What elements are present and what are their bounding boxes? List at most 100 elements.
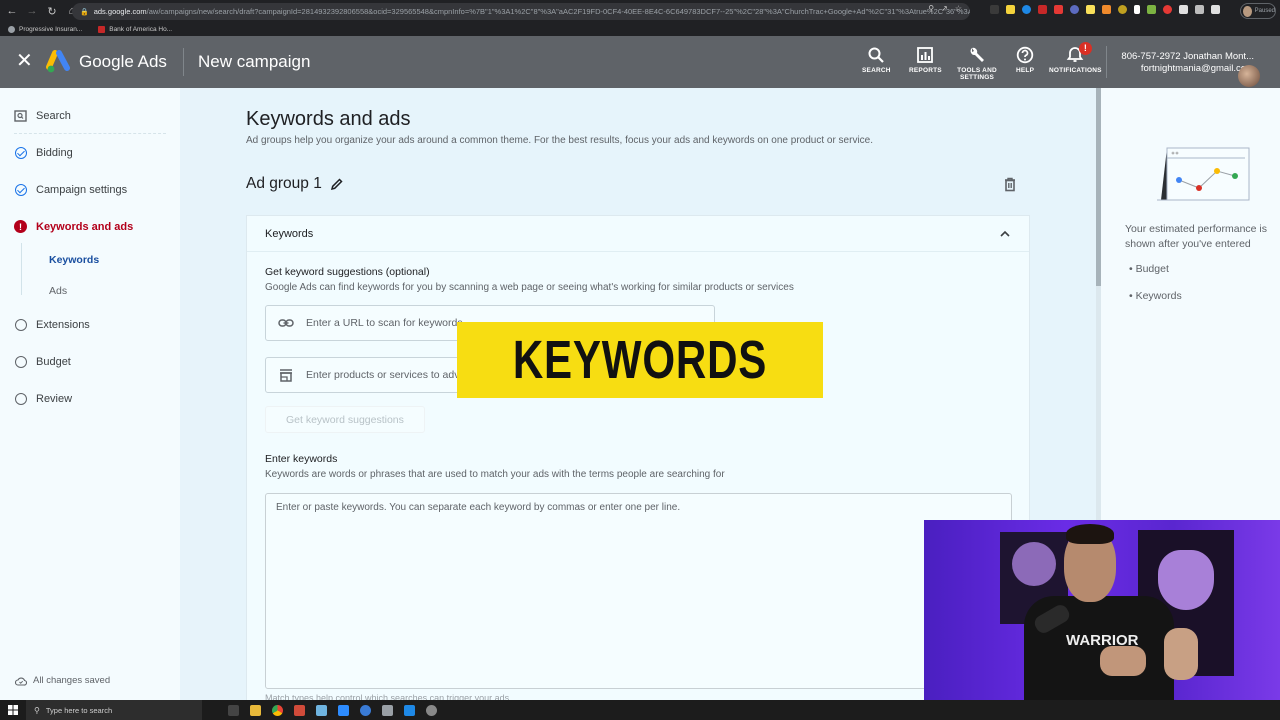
help-icon — [1016, 46, 1034, 64]
extension-icon[interactable] — [1118, 5, 1127, 14]
puzzle-icon[interactable] — [1179, 5, 1188, 14]
header-notifications-button[interactable]: ! NOTIFICATIONS — [1049, 42, 1102, 74]
address-bar[interactable]: 🔒 ads.google.com /aw/campaigns/new/searc… — [72, 3, 970, 20]
page-title: New campaign — [198, 52, 311, 71]
gutter — [180, 88, 230, 700]
reload-icon[interactable]: ↻ — [44, 3, 60, 19]
suggestions-subtitle: Google Ads can find keywords for you by … — [265, 282, 794, 293]
button-label: HELP — [1016, 67, 1035, 74]
sidebar-item-label: Campaign settings — [36, 183, 128, 196]
forward-icon[interactable]: → — [24, 3, 40, 19]
search-campaign-icon — [14, 109, 27, 122]
bookmark-item[interactable]: Bank of America Ho... — [98, 25, 172, 33]
url-host: ads.google.com — [93, 7, 147, 16]
chart-dot — [1214, 168, 1220, 174]
extension-icon[interactable] — [1054, 5, 1063, 14]
sidebar-item-label: Budget — [36, 355, 71, 368]
sidebar-item-search[interactable]: Search — [14, 109, 71, 122]
file-explorer-icon[interactable] — [250, 704, 261, 716]
side-panel-icon[interactable] — [1211, 5, 1220, 14]
app-icon[interactable] — [382, 704, 393, 716]
edit-pencil-icon[interactable] — [330, 177, 344, 191]
zoom-icon[interactable] — [338, 704, 349, 716]
avatar — [1243, 5, 1252, 17]
extension-icon[interactable] — [1006, 5, 1015, 14]
save-status: All changes saved — [15, 675, 110, 686]
header-search-button[interactable]: SEARCH — [862, 46, 891, 74]
extension-icon[interactable] — [990, 5, 999, 14]
account-name: 806-757-2972 Jonathan Mont... — [1121, 51, 1254, 62]
suggestions-title: Get keyword suggestions (optional) — [265, 266, 430, 278]
presenter-hand — [1164, 628, 1198, 680]
button-label: NOTIFICATIONS — [1049, 67, 1102, 74]
extension-icon[interactable] — [1147, 5, 1156, 14]
check-circle-icon — [14, 183, 27, 196]
chrome-icon[interactable] — [272, 704, 283, 716]
keywords-card-header[interactable]: Keywords — [247, 216, 1029, 252]
extension-icon[interactable] — [1134, 5, 1140, 14]
extension-icon[interactable] — [1102, 5, 1111, 14]
account-email: fortnightmania@gmail.com — [1140, 63, 1254, 74]
sidebar-item-campaign-settings[interactable]: Campaign settings — [14, 183, 127, 196]
chart-dot — [1196, 185, 1202, 191]
header-reports-button[interactable]: REPORTS — [909, 46, 942, 74]
windows-start-icon[interactable] — [0, 700, 26, 720]
reports-icon — [917, 47, 934, 63]
divider — [14, 133, 166, 134]
sidebar-item-bidding[interactable]: Bidding — [14, 146, 73, 159]
bookmark-item[interactable]: Progressive Insuran... — [8, 25, 83, 33]
delete-trash-icon[interactable] — [1002, 176, 1018, 192]
sidebar-item-budget[interactable]: Budget — [14, 355, 71, 368]
keywords-card: Keywords Get keyword suggestions (option… — [246, 215, 1030, 705]
save-status-text: All changes saved — [33, 675, 111, 686]
profile-button[interactable]: Paused — [1240, 3, 1276, 19]
app-icon[interactable] — [294, 704, 305, 716]
account-info[interactable]: 806-757-2972 Jonathan Mont... fortnightm… — [1121, 51, 1260, 87]
extension-icon[interactable] — [1086, 5, 1095, 14]
bookmark-label: Progressive Insuran... — [19, 25, 83, 33]
account-avatar[interactable] — [1238, 65, 1260, 87]
extension-icon[interactable] — [1022, 5, 1031, 14]
close-icon[interactable]: ✕ — [16, 51, 33, 71]
app-icon[interactable] — [316, 704, 327, 716]
url-scan-placeholder: Enter a URL to scan for keywords — [306, 317, 463, 329]
taskbar-search-input[interactable]: ⚲ Type here to search — [26, 700, 202, 720]
skype-icon[interactable] — [360, 704, 371, 716]
empty-circle-icon — [14, 392, 27, 405]
extension-icon[interactable] — [1163, 5, 1172, 14]
extension-icon[interactable] — [1038, 5, 1047, 14]
task-view-icon[interactable] — [228, 704, 239, 716]
lion-logo — [1158, 550, 1214, 610]
extension-icon[interactable] — [1070, 5, 1079, 14]
app-icon[interactable] — [426, 704, 437, 716]
enter-keywords-title: Enter keywords — [265, 453, 338, 465]
sidebar-item-review[interactable]: Review — [14, 392, 72, 405]
ad-group-title: Ad group 1 — [246, 175, 344, 193]
star-icon[interactable]: ☆ — [955, 4, 962, 13]
profile-status: Paused — [1254, 8, 1275, 14]
search-icon[interactable]: ⚲ — [928, 4, 934, 13]
ad-group-name: Ad group 1 — [246, 175, 322, 192]
header-help-button[interactable]: HELP — [1016, 46, 1034, 74]
section-title: Keywords and ads — [246, 108, 411, 130]
divider — [1106, 46, 1107, 78]
back-icon[interactable]: ← — [4, 3, 20, 19]
brand-name: Google Ads — [79, 52, 167, 71]
divider — [183, 48, 184, 76]
chevron-up-icon[interactable] — [999, 228, 1011, 240]
header-tools-button[interactable]: TOOLS AND SETTINGS — [957, 46, 997, 81]
divider — [21, 243, 22, 295]
button-label: SEARCH — [862, 67, 891, 74]
globe-icon — [8, 25, 15, 33]
sidebar-subitem-ads[interactable]: Ads — [49, 285, 67, 297]
get-keyword-suggestions-button[interactable]: Get keyword suggestions — [265, 406, 425, 433]
app-icon[interactable] — [404, 704, 415, 716]
sidebar-item-keywords-and-ads[interactable]: ! Keywords and ads — [14, 220, 133, 233]
reading-list-icon[interactable] — [1195, 5, 1204, 14]
keywords-textarea[interactable]: Enter or paste keywords. You can separat… — [265, 493, 1012, 689]
ads-header: ✕ Google Ads New campaign SEARCH REPORTS… — [0, 36, 1280, 88]
sidebar-item-extensions[interactable]: Extensions — [14, 318, 90, 331]
keywords-placeholder: Enter or paste keywords. You can separat… — [276, 502, 681, 513]
share-icon[interactable]: ↗ — [941, 4, 948, 13]
sidebar-subitem-keywords[interactable]: Keywords — [49, 254, 99, 266]
